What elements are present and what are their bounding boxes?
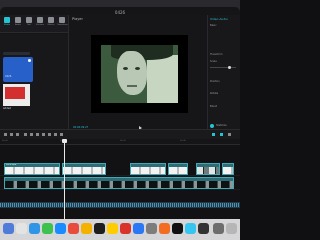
tool-effects[interactable]: Effects xyxy=(46,17,56,27)
preview-image xyxy=(101,45,178,103)
rotate-icon[interactable] xyxy=(54,133,57,136)
split-icon[interactable] xyxy=(24,133,27,136)
trash-icon[interactable] xyxy=(226,223,237,234)
timeline-toolbar xyxy=(0,129,240,139)
delete-icon[interactable] xyxy=(30,133,33,136)
player-panel: Player 00:00:09:27 xyxy=(68,15,208,130)
zoom-icon[interactable] xyxy=(228,133,231,136)
audio-icon xyxy=(15,17,21,23)
safari-icon[interactable] xyxy=(29,223,40,234)
tool-transitions[interactable]: Transitions xyxy=(57,17,68,27)
inspector-row: Transform xyxy=(210,53,223,56)
mirror-icon[interactable] xyxy=(48,133,51,136)
timeline-clip-main[interactable] xyxy=(4,177,234,189)
media-panel: 0426 Added xyxy=(0,34,68,129)
main-track xyxy=(0,177,240,190)
dock xyxy=(0,219,240,240)
app-icon[interactable] xyxy=(159,223,170,234)
ruler-tick: 00:20 xyxy=(120,140,126,142)
playhead[interactable] xyxy=(64,139,65,219)
timeline-clip[interactable]: 0426.mp4 xyxy=(4,163,60,175)
link-icon[interactable] xyxy=(220,133,223,136)
effects-icon xyxy=(48,17,54,23)
tool-stickers[interactable]: Stickers xyxy=(35,17,45,27)
inspector-row: Position xyxy=(210,80,220,83)
inspector-row: Rotate xyxy=(210,92,219,95)
music-icon[interactable] xyxy=(94,223,105,234)
app-window: 0426 Media Audio Text Stickers Effects T… xyxy=(0,7,240,219)
redo-icon[interactable] xyxy=(16,133,19,136)
finder-icon[interactable] xyxy=(3,223,14,234)
audio-track[interactable] xyxy=(0,202,240,208)
tool-media[interactable]: Media xyxy=(2,17,12,27)
media-icon xyxy=(4,17,10,23)
inspector-panel: Video Audio Basic Transform Scale Positi… xyxy=(208,15,240,129)
reminders-icon[interactable] xyxy=(120,223,131,234)
appstore-icon[interactable] xyxy=(133,223,144,234)
preview-frame xyxy=(91,35,188,113)
downloads-icon[interactable] xyxy=(213,223,224,234)
slider-handle[interactable] xyxy=(228,66,231,69)
import-button[interactable] xyxy=(3,52,30,55)
transition-icon xyxy=(59,17,65,23)
launchpad-icon[interactable] xyxy=(16,223,27,234)
timeline-tracks: 0426.mp4 xyxy=(0,145,240,219)
check-icon xyxy=(28,59,31,62)
freeze-icon[interactable] xyxy=(36,133,39,136)
media-toolbar: Media Audio Text Stickers Effects Transi… xyxy=(0,15,68,33)
media-thumbnail-2[interactable] xyxy=(3,84,30,106)
video-track: 0426.mp4 xyxy=(0,163,240,176)
timeline-clip[interactable] xyxy=(62,163,106,175)
undo-icon[interactable] xyxy=(10,133,13,136)
player-title: Player xyxy=(72,17,83,21)
ruler-tick: 00:00 xyxy=(2,140,8,142)
timeline-clip[interactable] xyxy=(168,163,188,175)
app-icon[interactable] xyxy=(185,223,196,234)
sticker-icon xyxy=(37,17,43,23)
reverse-icon[interactable] xyxy=(42,133,45,136)
toggle-switch[interactable] xyxy=(210,124,214,128)
magnet-icon[interactable] xyxy=(212,133,215,136)
crop-icon[interactable] xyxy=(60,133,63,136)
inspector-row[interactable]: Basic xyxy=(210,24,217,27)
thumbnail-caption: Added xyxy=(3,107,11,110)
timeline-clip[interactable] xyxy=(196,163,220,175)
timeline-clip[interactable] xyxy=(222,163,234,175)
capcut-icon[interactable] xyxy=(172,223,183,234)
ruler-tick: 00:30 xyxy=(180,140,186,142)
inspector-row: Blend xyxy=(210,105,218,108)
calendar-icon[interactable] xyxy=(68,223,79,234)
text-icon xyxy=(26,17,32,23)
terminal-icon[interactable] xyxy=(198,223,209,234)
clip-name: 0426.mp4 xyxy=(6,164,17,166)
messages-icon[interactable] xyxy=(42,223,53,234)
tool-text[interactable]: Text xyxy=(24,17,34,27)
inspector-tabs[interactable]: Video Audio xyxy=(210,17,228,21)
media-thumbnail[interactable]: 0426 xyxy=(3,57,33,82)
photos-icon[interactable] xyxy=(81,223,92,234)
inspector-row: Scale xyxy=(210,60,217,63)
thumbnail-label: 0426 xyxy=(5,75,12,78)
select-icon[interactable] xyxy=(4,133,7,136)
timeline-clip[interactable] xyxy=(130,163,166,175)
settings-icon[interactable] xyxy=(146,223,157,234)
mail-icon[interactable] xyxy=(55,223,66,234)
tool-audio[interactable]: Audio xyxy=(13,17,23,27)
scale-slider[interactable] xyxy=(210,66,236,69)
notes-icon[interactable] xyxy=(107,223,118,234)
inspector-row: Stabilize xyxy=(216,124,227,127)
